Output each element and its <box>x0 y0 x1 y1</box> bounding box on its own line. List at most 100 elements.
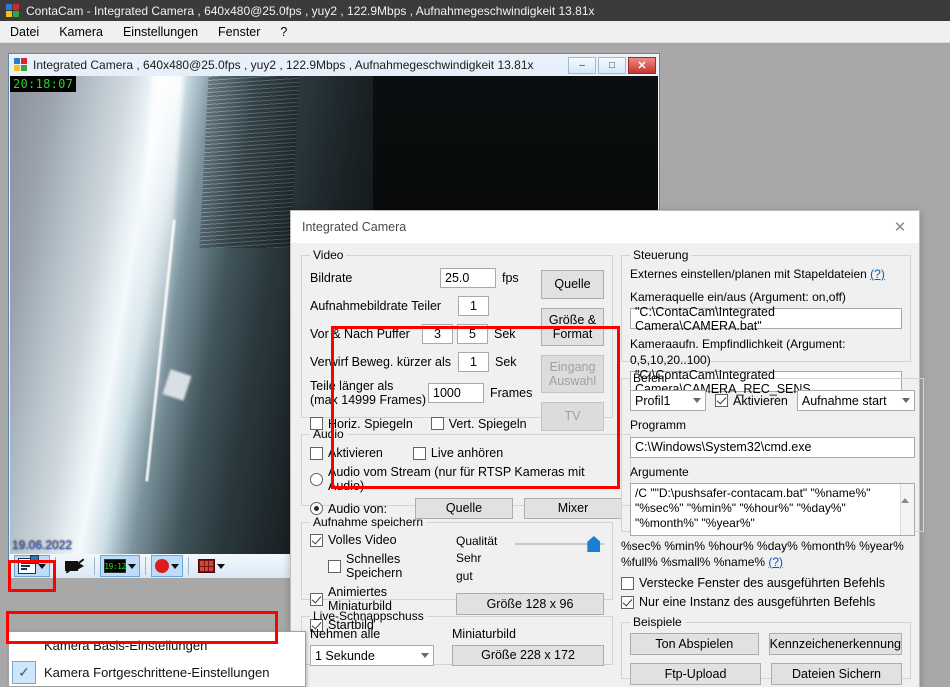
audio-aktivieren-label: Aktivieren <box>328 446 383 460</box>
nehmen-alle-select[interactable]: 1 Sekunde <box>310 645 434 666</box>
video-date-overlay: 19.06.2022 <box>12 538 73 552</box>
snapshot-groesse-button[interactable]: Größe 228 x 172 <box>452 645 604 666</box>
toolbar-separator <box>94 557 95 575</box>
steuerung-group: Steuerung Externes einstellen/planen mit… <box>621 248 911 396</box>
eingang-auswahl-button: Eingang Auswahl <box>541 355 604 393</box>
teiler-input[interactable]: 1 <box>458 296 489 316</box>
camera-off-icon <box>65 558 85 574</box>
variables-help-link[interactable]: (?) <box>768 555 783 569</box>
maximize-button[interactable]: □ <box>598 56 626 74</box>
variables-line-1: %sec% %min% %hour% %day% %month% %year% <box>621 539 904 553</box>
toolbar-separator <box>188 557 189 575</box>
puffer-pre-input[interactable]: 3 <box>422 324 453 344</box>
schnelles-speichern-checkbox[interactable]: Schnelles Speichern <box>328 552 450 580</box>
vert-spiegeln-label: Vert. Spiegeln <box>448 416 527 431</box>
scroll-up-icon[interactable] <box>900 484 909 504</box>
close-button[interactable]: ✕ <box>628 56 656 74</box>
qualitaet-label: Qualität <box>456 534 498 548</box>
audio-von-radio[interactable]: Audio von: <box>310 502 415 516</box>
grid-dropdown-button[interactable] <box>194 555 229 577</box>
verwirf-input[interactable]: 1 <box>458 352 489 372</box>
camera-toggle-button[interactable] <box>61 555 89 577</box>
argumente-textarea[interactable]: /C ""D:\pushsafer-contacam.bat" "%name%"… <box>630 483 915 537</box>
miniaturbild-label: Miniaturbild <box>452 627 516 641</box>
argumente-value: /C ""D:\pushsafer-contacam.bat" "%name%"… <box>635 486 871 531</box>
puffer-label: Vor & Nach Puffer <box>310 327 410 341</box>
record-dropdown-button[interactable] <box>151 555 183 577</box>
live-anhoeren-label: Live anhören <box>430 446 504 460</box>
argumente-scrollbar[interactable] <box>899 484 914 536</box>
teile-input[interactable]: 1000 <box>428 383 484 404</box>
audio-von-label: Audio von: <box>328 501 388 516</box>
ftp-upload-button[interactable]: Ftp-Upload <box>630 663 761 686</box>
chevron-down-icon <box>171 563 179 569</box>
menu-item-kamera[interactable]: Kamera <box>49 22 113 42</box>
programm-input[interactable]: C:\Windows\System32\cmd.exe <box>630 436 915 458</box>
camera-window-icon <box>14 58 28 72</box>
menu-item-fenster[interactable]: Fenster <box>208 22 270 42</box>
profil-select[interactable]: Profil1 <box>630 390 706 411</box>
qualitaet-value: Sehr gut <box>456 551 482 583</box>
chevron-down-icon <box>901 398 910 403</box>
screen: ContaCam - Integrated Camera , 640x480@2… <box>0 0 950 687</box>
steuerung-legend: Steuerung <box>633 248 689 262</box>
vert-spiegeln-checkbox[interactable]: Vert. Spiegeln <box>430 416 527 431</box>
groesse-format-button[interactable]: Größe & Format <box>541 308 604 346</box>
audio-aktivieren-checkbox[interactable]: Aktivieren <box>310 446 383 460</box>
teile-label-2: (max 14999 Frames) <box>310 393 427 408</box>
teile-unit: Frames <box>490 386 533 401</box>
menu-item-einstellungen[interactable]: Einstellungen <box>113 22 208 42</box>
bildrate-input[interactable]: 25.0 <box>440 268 496 288</box>
befehl-aktivieren-checkbox[interactable]: Aktivieren <box>715 394 788 408</box>
toolbar-separator <box>145 557 146 575</box>
grid-icon <box>198 559 215 573</box>
dialog-close-icon[interactable]: ✕ <box>881 211 919 243</box>
trigger-select[interactable]: Aufnahme start <box>796 390 915 411</box>
time-dropdown-button[interactable]: 19:12 <box>100 555 140 577</box>
kennzeichenerkennung-button[interactable]: Kennzeichenerkennung <box>768 633 902 656</box>
audio-vom-stream-label: Audio vom Stream (nur für RTSP Kameras m… <box>328 465 585 493</box>
horiz-spiegeln-checkbox[interactable]: Horiz. Spiegeln <box>310 417 413 431</box>
live-schnappschuss-group: Live-Schnappschuss Nehmen alle 1 Sekunde <box>301 609 613 666</box>
menu-item-kamera-fortgeschrittene-einstellungen[interactable]: ✓ Kamera Fortgeschrittene-Einstellungen <box>9 659 305 686</box>
audio-vom-stream-radio[interactable]: Audio vom Stream (nur für RTSP Kameras m… <box>310 465 622 493</box>
video-quelle-button[interactable]: Quelle <box>541 270 604 299</box>
check-icon: ✓ <box>12 661 36 684</box>
menu-item-datei[interactable]: Datei <box>0 22 49 42</box>
camera-window-titlebar: Integrated Camera , 640x480@25.0fps , yu… <box>9 54 659 76</box>
aufnahme-speichern-legend: Aufnahme speichern <box>313 515 424 529</box>
live-anhoeren-checkbox[interactable]: Live anhören <box>412 446 504 460</box>
puffer-post-input[interactable]: 5 <box>457 324 488 344</box>
horiz-spiegeln-label: Horiz. Spiegeln <box>328 416 413 431</box>
befehl-legend: Befehl <box>633 371 668 385</box>
minimize-button[interactable]: – <box>568 56 596 74</box>
argumente-label: Argumente <box>630 464 689 479</box>
befehl-group: Befehl Profil1 Aktivieren Aufnahme start… <box>621 371 924 537</box>
live-schnappschuss-legend: Live-Schnappschuss <box>313 609 424 623</box>
menu-item-kamera-basis-einstellungen[interactable]: Kamera Basis-Einstellungen <box>9 632 305 659</box>
dateien-sichern-button[interactable]: Dateien Sichern <box>771 663 902 686</box>
settings-dropdown-button[interactable] <box>14 555 50 577</box>
volles-video-checkbox[interactable]: Volles Video <box>310 533 397 547</box>
nur-eine-instanz-label: Nur eine Instanz des ausgeführten Befehl… <box>639 595 876 610</box>
befehl-aktivieren-label: Aktivieren <box>733 393 788 408</box>
slider-thumb[interactable] <box>587 536 601 552</box>
puffer-unit: Sek <box>494 327 516 341</box>
radio-circle <box>310 502 323 515</box>
steuerung-extern-label: Externes einstellen/planen mit Stapeldat… <box>630 267 867 281</box>
menu-item-label: Kamera Basis-Einstellungen <box>44 638 208 653</box>
kameraquelle-input[interactable]: "C:\ContaCam\Integrated Camera\CAMERA.ba… <box>630 305 902 333</box>
steuerung-help-link[interactable]: (?) <box>870 267 885 281</box>
programm-label: Programm <box>630 418 687 432</box>
tv-button: TV <box>541 402 604 431</box>
checkbox-box <box>310 533 323 547</box>
menu-item-help[interactable]: ? <box>270 22 297 42</box>
video-group: Video Bildrate 25.0 fps Aufnahmebildrate… <box>301 248 613 431</box>
empfindlichkeit-label: Kameraaufn. Empfindlichkeit (Argument: 0… <box>630 337 846 367</box>
checkbox-box <box>412 446 426 460</box>
verstecke-fenster-checkbox[interactable]: Verstecke Fenster des ausgeführten Befeh… <box>621 576 885 590</box>
qualitaet-slider[interactable] <box>515 535 604 553</box>
ton-abspielen-button[interactable]: Ton Abspielen <box>630 633 759 656</box>
radio-circle <box>310 472 323 486</box>
nur-eine-instanz-checkbox[interactable]: Nur eine Instanz des ausgeführten Befehl… <box>621 595 875 609</box>
